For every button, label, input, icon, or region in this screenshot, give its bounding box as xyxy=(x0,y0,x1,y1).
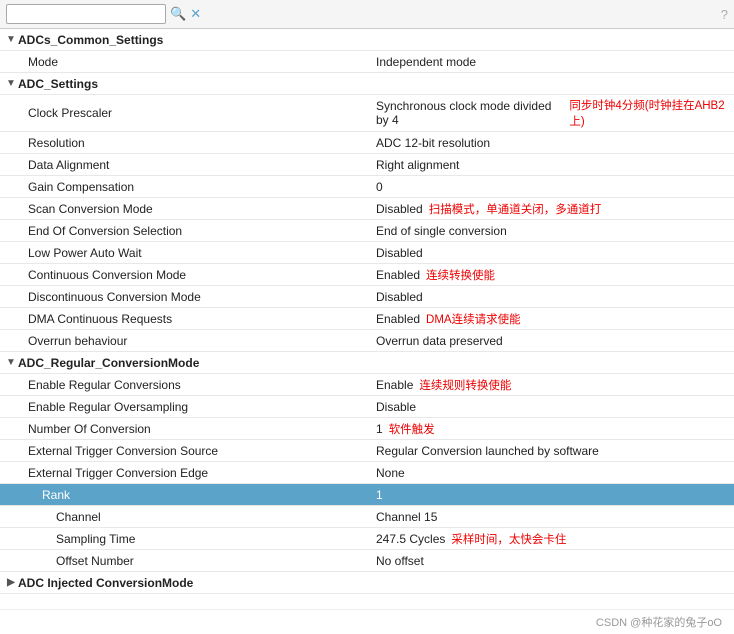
table-row[interactable]: Channel Channel 15 xyxy=(0,506,734,528)
row-label: Rank xyxy=(4,488,70,502)
table-row[interactable]: Scan Conversion Mode Disabled 扫描模式，单通道关闭，多… xyxy=(0,198,734,220)
table-row[interactable]: DMA Continuous Requests Enabled DMA连续请求使能 xyxy=(0,308,734,330)
row-value: Disabled xyxy=(376,202,423,216)
row-value: 1 xyxy=(376,488,383,502)
table-row[interactable]: Offset Number No offset xyxy=(0,550,734,572)
section-header-adc-regular[interactable]: ▼ADC_Regular_ConversionMode xyxy=(0,352,734,374)
row-annotation: 软件触发 xyxy=(389,421,435,437)
table-row[interactable]: Number Of Conversion 1 软件触发 xyxy=(0,418,734,440)
row-label: Channel xyxy=(4,510,101,524)
table-row[interactable]: Resolution ADC 12-bit resolution xyxy=(0,132,734,154)
row-label: Resolution xyxy=(4,136,85,150)
row-label: End Of Conversion Selection xyxy=(4,224,182,238)
section-label: ADC_Regular_ConversionMode xyxy=(18,356,199,370)
row-value: Enable xyxy=(376,378,413,392)
section-header-adc-injected[interactable]: ▶ADC Injected ConversionMode xyxy=(0,572,734,594)
clear-icon[interactable]: ✕ xyxy=(190,6,201,22)
row-value: 247.5 Cycles xyxy=(376,532,445,546)
row-label: External Trigger Conversion Edge xyxy=(4,466,208,480)
row-annotation: 连续规则转换使能 xyxy=(419,377,511,393)
table-row[interactable]: Low Power Auto Wait Disabled xyxy=(0,242,734,264)
row-value: No offset xyxy=(376,554,424,568)
row-label: Low Power Auto Wait xyxy=(4,246,142,260)
chevron-icon[interactable]: ▼ xyxy=(4,357,18,368)
row-label: Enable Regular Conversions xyxy=(4,378,181,392)
table-row[interactable]: Gain Compensation 0 xyxy=(0,176,734,198)
row-value: Regular Conversion launched by software xyxy=(376,444,599,458)
section-label: ADCs_Common_Settings xyxy=(18,33,163,47)
table-row[interactable]: Sampling Time 247.5 Cycles 采样时间，太快会卡住 xyxy=(0,528,734,550)
row-value: Right alignment xyxy=(376,158,459,172)
row-value: Overrun data preserved xyxy=(376,334,503,348)
row-annotation: 连续转换使能 xyxy=(426,267,495,283)
section-header-adcs-common[interactable]: ▼ADCs_Common_Settings xyxy=(0,29,734,51)
row-label: Gain Compensation xyxy=(4,180,134,194)
table-row[interactable]: Mode Independent mode xyxy=(0,51,734,73)
row-annotation: 采样时间，太快会卡住 xyxy=(451,531,566,547)
table-row[interactable]: Rank 1 xyxy=(0,484,734,506)
row-value: Enabled xyxy=(376,312,420,326)
search-icon[interactable]: 🔍 xyxy=(170,6,186,22)
row-value: None xyxy=(376,466,405,480)
row-annotation: 同步时钟4分频(时钟挂在AHB2上) xyxy=(569,97,728,129)
table-row[interactable]: Overrun behaviour Overrun data preserved xyxy=(0,330,734,352)
chevron-icon[interactable]: ▶ xyxy=(4,577,18,588)
row-label: Offset Number xyxy=(4,554,134,568)
table-row[interactable]: Data Alignment Right alignment xyxy=(0,154,734,176)
row-value: Independent mode xyxy=(376,55,476,69)
table-row[interactable]: Enable Regular Conversions Enable 连续规则转换使能 xyxy=(0,374,734,396)
row-label: Number Of Conversion xyxy=(4,422,151,436)
row-label: Sampling Time xyxy=(4,532,135,546)
row-value: Disabled xyxy=(376,246,423,260)
row-value: Enabled xyxy=(376,268,420,282)
row-label: Continuous Conversion Mode xyxy=(4,268,186,282)
section-header-adc-settings[interactable]: ▼ADC_Settings xyxy=(0,73,734,95)
row-value: Disable xyxy=(376,400,416,414)
row-label: Discontinuous Conversion Mode xyxy=(4,290,201,304)
row-value: Synchronous clock mode divided by 4 xyxy=(376,99,563,127)
row-label: Enable Regular Oversampling xyxy=(4,400,188,414)
row-value: Disabled xyxy=(376,290,423,304)
main-container: 🔍 ✕ ? ▼ADCs_Common_SettingsModeIndepende… xyxy=(0,0,734,634)
row-annotation: DMA连续请求使能 xyxy=(426,311,521,327)
row-annotation: 扫描模式，单通道关闭，多通道打 xyxy=(429,201,602,217)
row-value: ADC 12-bit resolution xyxy=(376,136,490,150)
section-label: ADC Injected ConversionMode xyxy=(18,576,193,590)
row-label: Overrun behaviour xyxy=(4,334,127,348)
row-label: Mode xyxy=(4,55,58,69)
row-value: 0 xyxy=(376,180,383,194)
row-value: End of single conversion xyxy=(376,224,507,238)
chevron-icon[interactable]: ▼ xyxy=(4,78,18,89)
tree-container[interactable]: ▼ADCs_Common_SettingsModeIndependent mod… xyxy=(0,29,734,609)
table-row[interactable]: Enable Regular Oversampling Disable xyxy=(0,396,734,418)
table-row[interactable]: External Trigger Conversion Source Regula… xyxy=(0,440,734,462)
row-label: Data Alignment xyxy=(4,158,109,172)
table-row[interactable]: Continuous Conversion Mode Enabled 连续转换使能 xyxy=(0,264,734,286)
table-row[interactable]: Discontinuous Conversion Mode Disabled xyxy=(0,286,734,308)
search-bar: 🔍 ✕ ? xyxy=(0,0,734,29)
row-value: Channel 15 xyxy=(376,510,437,524)
row-value: 1 xyxy=(376,422,383,436)
table-row[interactable]: Clock Prescaler Synchronous clock mode di… xyxy=(0,95,734,132)
table-row[interactable]: External Trigger Conversion Edge None xyxy=(0,462,734,484)
row-label: External Trigger Conversion Source xyxy=(4,444,218,458)
section-label: ADC_Settings xyxy=(18,77,98,91)
table-row[interactable]: End Of Conversion Selection End of single… xyxy=(0,220,734,242)
help-icon[interactable]: ? xyxy=(721,7,728,22)
row-label: Scan Conversion Mode xyxy=(4,202,153,216)
row-label: DMA Continuous Requests xyxy=(4,312,172,326)
chevron-icon[interactable]: ▼ xyxy=(4,34,18,45)
watermark: CSDN @种花家的兔子oO xyxy=(0,609,734,634)
row-label: Clock Prescaler xyxy=(4,106,112,120)
search-input[interactable] xyxy=(6,4,166,24)
